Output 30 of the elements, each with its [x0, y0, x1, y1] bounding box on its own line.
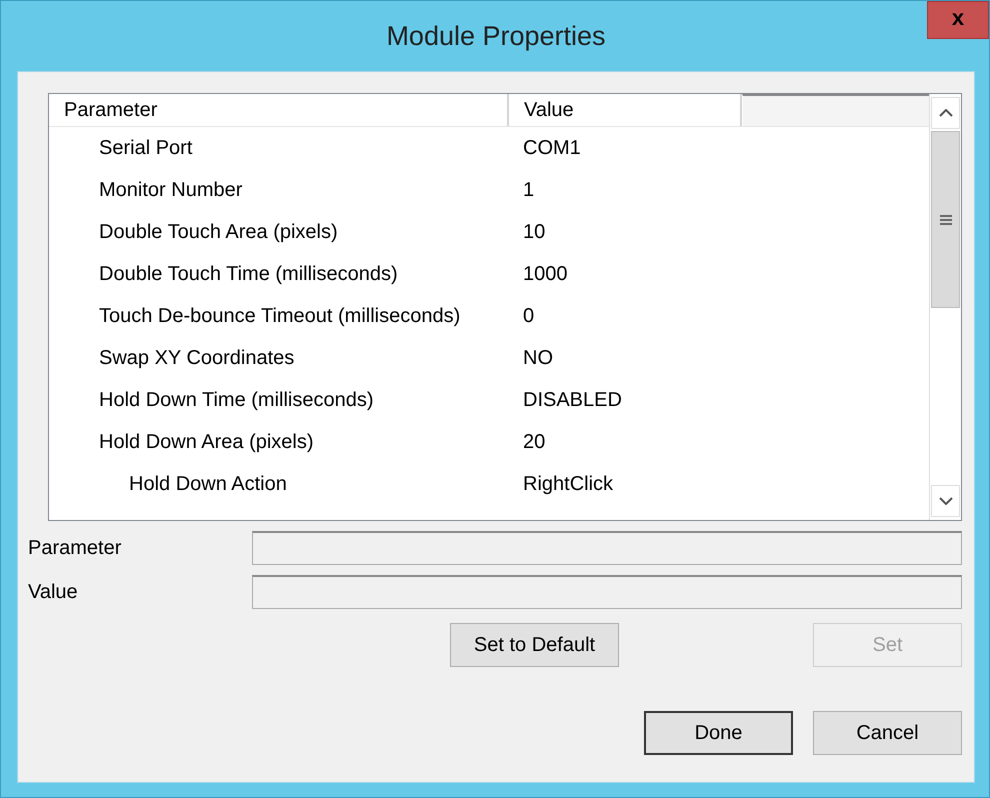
- close-button[interactable]: x: [927, 1, 989, 39]
- parameter-value: 20: [522, 430, 546, 454]
- scrollbar[interactable]: [929, 94, 961, 520]
- parameter-name: Swap XY Coordinates: [98, 346, 294, 368]
- dialog-button[interactable]: Done: [644, 711, 793, 755]
- parameter-value: 0: [522, 304, 534, 328]
- field-label: Parameter: [28, 536, 122, 560]
- parameter-value: 1: [522, 178, 534, 202]
- field-label: Value: [28, 580, 79, 604]
- scroll-up-icon[interactable]: [938, 109, 952, 117]
- parameter-value: 1000: [522, 262, 568, 286]
- parameter-name: Hold Down Action: [128, 472, 287, 494]
- window-title: Module Properties: [386, 20, 606, 52]
- default-button[interactable]: Set to Default: [450, 623, 619, 667]
- parameter-value: 10: [522, 220, 546, 244]
- scroll-down-icon[interactable]: [938, 497, 952, 505]
- parameter-value: DISABLED: [522, 388, 622, 412]
- parameter-value: RightClick: [522, 472, 614, 496]
- parameter-name: Double Touch Time (milliseconds): [98, 262, 398, 284]
- parameter-value: NO: [522, 346, 553, 370]
- column-header[interactable]: [742, 94, 929, 126]
- parameter-name: Touch De-bounce Timeout (milliseconds): [98, 304, 460, 326]
- parameter-name: Hold Down Time (milliseconds): [98, 388, 374, 410]
- parameter-name: Double Touch Area (pixels): [98, 220, 338, 242]
- parameter-value: COM1: [522, 136, 581, 160]
- grip-icon[interactable]: [940, 214, 952, 226]
- parameter-name: Serial Port: [98, 136, 192, 158]
- parameter-name: Monitor Number: [98, 178, 242, 200]
- parameter-name: Hold Down Area (pixels): [98, 430, 314, 452]
- dialog-button[interactable]: Cancel: [813, 711, 962, 755]
